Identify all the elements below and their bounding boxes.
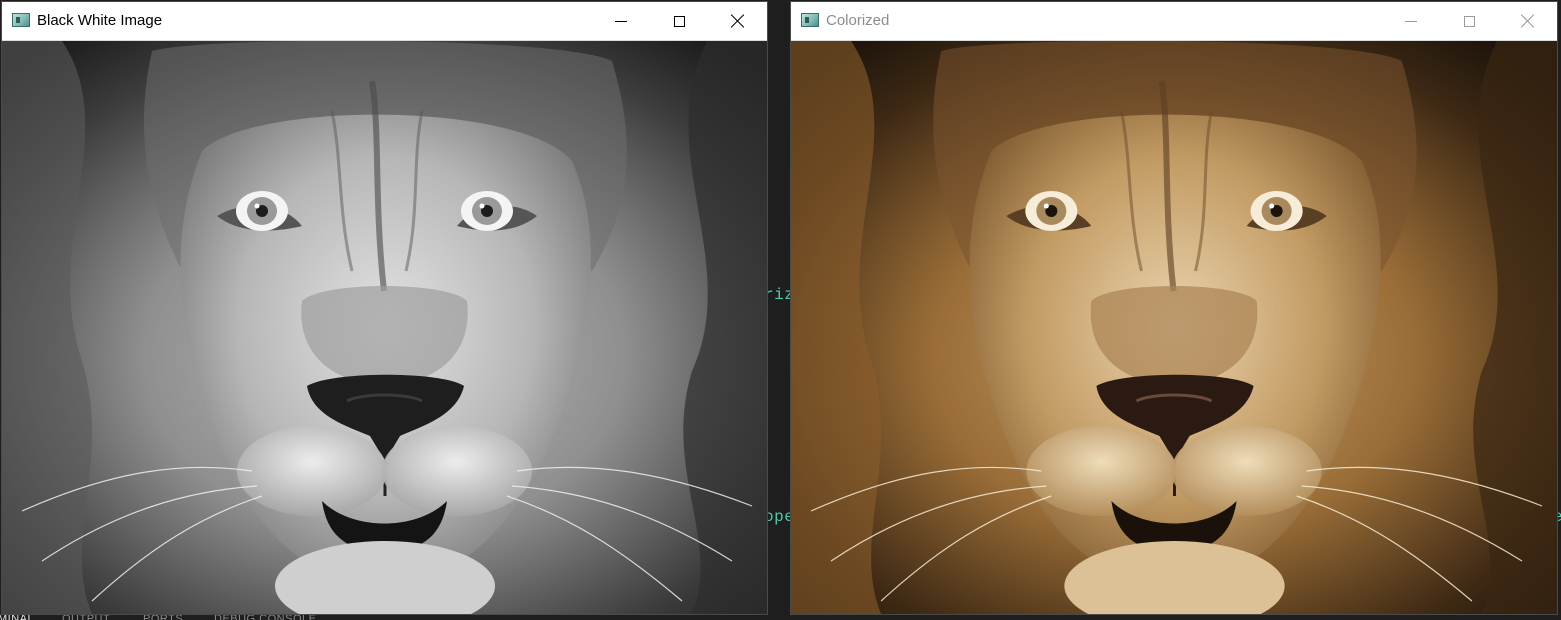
- maximize-icon: [673, 15, 685, 27]
- window-titlebar[interactable]: Black White Image: [2, 2, 767, 41]
- close-icon: [730, 14, 744, 28]
- opencv-window-icon: [801, 13, 819, 27]
- background-code-fragment: riz: [764, 286, 792, 304]
- opencv-window-icon: [12, 13, 30, 27]
- maximize-icon: [1463, 15, 1475, 27]
- close-button[interactable]: [1498, 2, 1556, 40]
- lion-image-grayscale: [2, 41, 767, 614]
- window-titlebar[interactable]: Colorized: [791, 2, 1557, 41]
- grayscale-image-window[interactable]: Black White Image: [2, 2, 767, 614]
- minimize-icon: [1405, 20, 1417, 22]
- background-code-fragment: ope: [764, 508, 792, 526]
- colorized-lion-image: [791, 41, 1557, 614]
- grayscale-lion-image: [2, 41, 767, 614]
- colorized-image-window[interactable]: Colorized: [791, 2, 1557, 614]
- window-title: Colorized: [826, 12, 890, 29]
- window-title: Black White Image: [37, 12, 163, 29]
- close-icon: [1520, 14, 1534, 28]
- minimize-button[interactable]: [592, 2, 650, 40]
- close-button[interactable]: [708, 2, 766, 40]
- lion-image-colorized: [791, 41, 1557, 614]
- maximize-button[interactable]: [1440, 2, 1498, 40]
- minimize-button[interactable]: [1382, 2, 1440, 40]
- minimize-icon: [615, 20, 627, 22]
- maximize-button[interactable]: [650, 2, 708, 40]
